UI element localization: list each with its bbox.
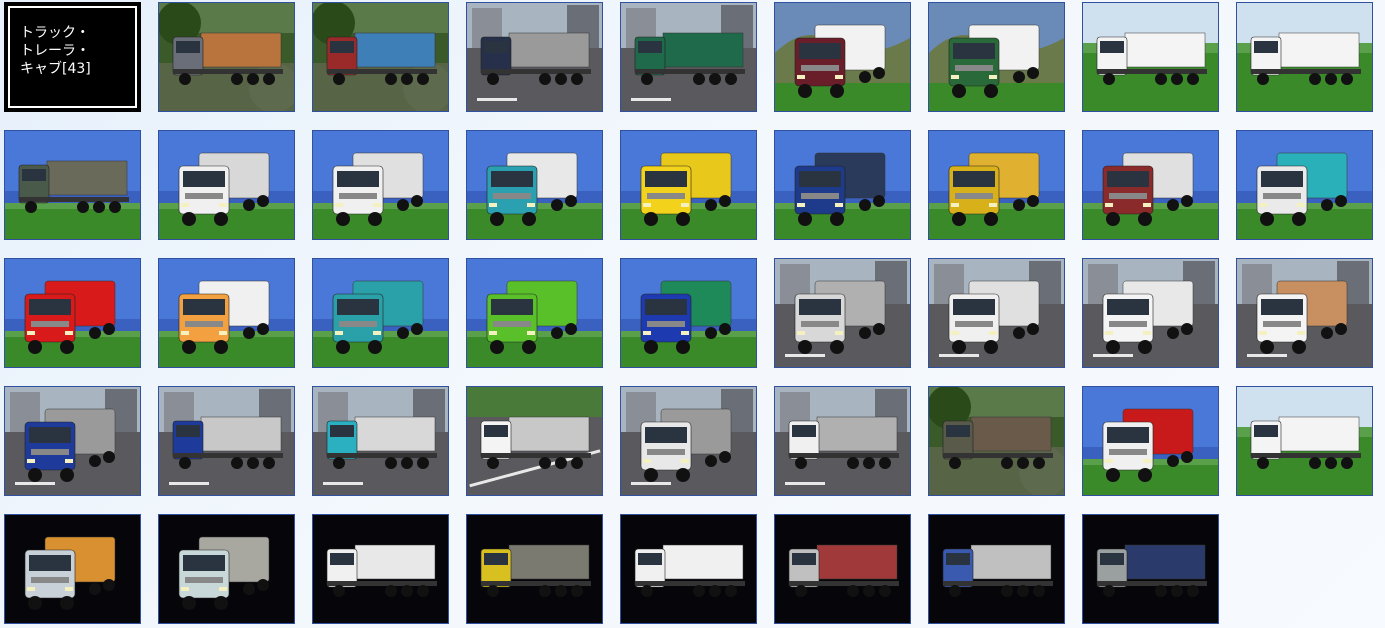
truck-thumbnail-19[interactable] xyxy=(158,258,295,368)
truck-thumbnail-42[interactable] xyxy=(928,514,1065,624)
truck-thumbnail-18[interactable] xyxy=(4,258,141,368)
truck-thumbnail-32[interactable] xyxy=(774,386,911,496)
box-truck-city-icon xyxy=(621,387,756,495)
truck-thumbnail-11[interactable] xyxy=(312,130,449,240)
flatbed-truck-city-icon xyxy=(467,3,602,111)
truck-thumbnail-37[interactable] xyxy=(158,514,295,624)
trailer-truck-dark-icon xyxy=(313,515,448,623)
truck-thumbnail-13[interactable] xyxy=(620,130,757,240)
tanker-truck-icon xyxy=(621,131,756,239)
truck-thumbnail-22[interactable] xyxy=(620,258,757,368)
flatbed-truck-city-icon xyxy=(775,259,910,367)
truck-thumbnail-16[interactable] xyxy=(1082,130,1219,240)
truck-thumbnail-8[interactable] xyxy=(1236,2,1373,112)
flatbed-truck-icon xyxy=(313,259,448,367)
tow-truck-icon xyxy=(467,387,602,495)
truck-thumbnail-6[interactable] xyxy=(928,2,1065,112)
truck-thumbnail-29[interactable] xyxy=(312,386,449,496)
low-bed-trailer-icon xyxy=(1237,387,1372,495)
truck-thumbnail-4[interactable] xyxy=(620,2,757,112)
box-truck-city-icon xyxy=(929,259,1064,367)
truck-thumbnail-31[interactable] xyxy=(620,386,757,496)
truck-thumbnail-40[interactable] xyxy=(620,514,757,624)
dump-truck-icon xyxy=(775,131,910,239)
truck-thumbnail-28[interactable] xyxy=(158,386,295,496)
trailer-truck-icon xyxy=(1083,3,1218,111)
truck-thumbnail-34[interactable] xyxy=(1082,386,1219,496)
category-title-line-3: キャブ[43] xyxy=(20,61,91,77)
truck-thumbnail-30[interactable] xyxy=(466,386,603,496)
trailer-truck-icon xyxy=(1237,3,1372,111)
truck-thumbnail-38[interactable] xyxy=(312,514,449,624)
flatbed-truck-icon xyxy=(5,131,140,239)
tractor-head-icon xyxy=(1083,387,1218,495)
trailer-truck-dark-icon xyxy=(775,515,910,623)
box-truck-dark-icon xyxy=(5,515,140,623)
dump-truck-city-icon xyxy=(621,3,756,111)
truck-thumbnail-15[interactable] xyxy=(928,130,1065,240)
box-truck-dark-icon xyxy=(159,515,294,623)
truck-thumbnail-17[interactable] xyxy=(1236,130,1373,240)
truck-thumbnail-43[interactable] xyxy=(1082,514,1219,624)
trailer-truck-city-icon xyxy=(313,387,448,495)
box-truck-icon xyxy=(775,3,910,111)
trailer-truck-dark-icon xyxy=(929,515,1064,623)
trailer-truck-dark-icon xyxy=(467,515,602,623)
truck-thumbnail-14[interactable] xyxy=(774,130,911,240)
truck-thumbnail-39[interactable] xyxy=(466,514,603,624)
dump-truck-icon xyxy=(159,259,294,367)
truck-thumbnail-33[interactable] xyxy=(928,386,1065,496)
dump-truck-icon xyxy=(313,131,448,239)
pickup-truck-icon xyxy=(1083,259,1218,367)
category-title-frame: トラック・ トレーラ・ キャブ[43] xyxy=(8,6,137,108)
category-title-tile: トラック・ トレーラ・ キャブ[43] xyxy=(4,2,141,112)
truck-thumbnail-25[interactable] xyxy=(1082,258,1219,368)
truck-thumbnail-23[interactable] xyxy=(774,258,911,368)
truck-thumbnail-21[interactable] xyxy=(466,258,603,368)
truck-thumbnail-2[interactable] xyxy=(312,2,449,112)
flatbed-truck-icon xyxy=(1083,131,1218,239)
category-title-line-2: トレーラ・ xyxy=(20,43,90,59)
truck-thumbnail-41[interactable] xyxy=(774,514,911,624)
truck-thumbnail-27[interactable] xyxy=(4,386,141,496)
flatbed-truck-icon xyxy=(621,259,756,367)
truck-thumbnail-10[interactable] xyxy=(158,130,295,240)
truck-thumbnail-1[interactable] xyxy=(158,2,295,112)
trailer-truck-dark-icon xyxy=(1083,515,1218,623)
truck-thumbnail-5[interactable] xyxy=(774,2,911,112)
box-truck-icon xyxy=(929,3,1064,111)
trailer-truck-city-icon xyxy=(159,387,294,495)
truck-thumbnail-20[interactable] xyxy=(312,258,449,368)
box-truck-icon xyxy=(1237,131,1372,239)
truck-thumbnail-24[interactable] xyxy=(928,258,1065,368)
covered-truck-forest-icon xyxy=(313,3,448,111)
truck-thumbnail-26[interactable] xyxy=(1236,258,1373,368)
box-truck-city-icon xyxy=(5,387,140,495)
pickup-truck-icon xyxy=(1237,259,1372,367)
box-truck-icon xyxy=(929,131,1064,239)
truck-thumbnail-36[interactable] xyxy=(4,514,141,624)
truck-thumbnail-12[interactable] xyxy=(466,130,603,240)
truck-thumbnail-35[interactable] xyxy=(1236,386,1373,496)
flatbed-truck-city-icon xyxy=(775,387,910,495)
flatbed-truck-icon xyxy=(467,259,602,367)
truck-thumbnail-9[interactable] xyxy=(4,130,141,240)
flatbed-truck-icon xyxy=(467,131,602,239)
box-truck-icon xyxy=(5,259,140,367)
flatbed-truck-forest-icon xyxy=(159,3,294,111)
truck-thumbnail-grid: トラック・ トレーラ・ キャブ[43] xyxy=(4,2,1373,624)
box-truck-icon xyxy=(159,131,294,239)
dump-truck-forest-icon xyxy=(929,387,1064,495)
truck-thumbnail-3[interactable] xyxy=(466,2,603,112)
truck-thumbnail-7[interactable] xyxy=(1082,2,1219,112)
category-title-line-1: トラック・ xyxy=(20,25,90,41)
trailer-truck-dark-icon xyxy=(621,515,756,623)
